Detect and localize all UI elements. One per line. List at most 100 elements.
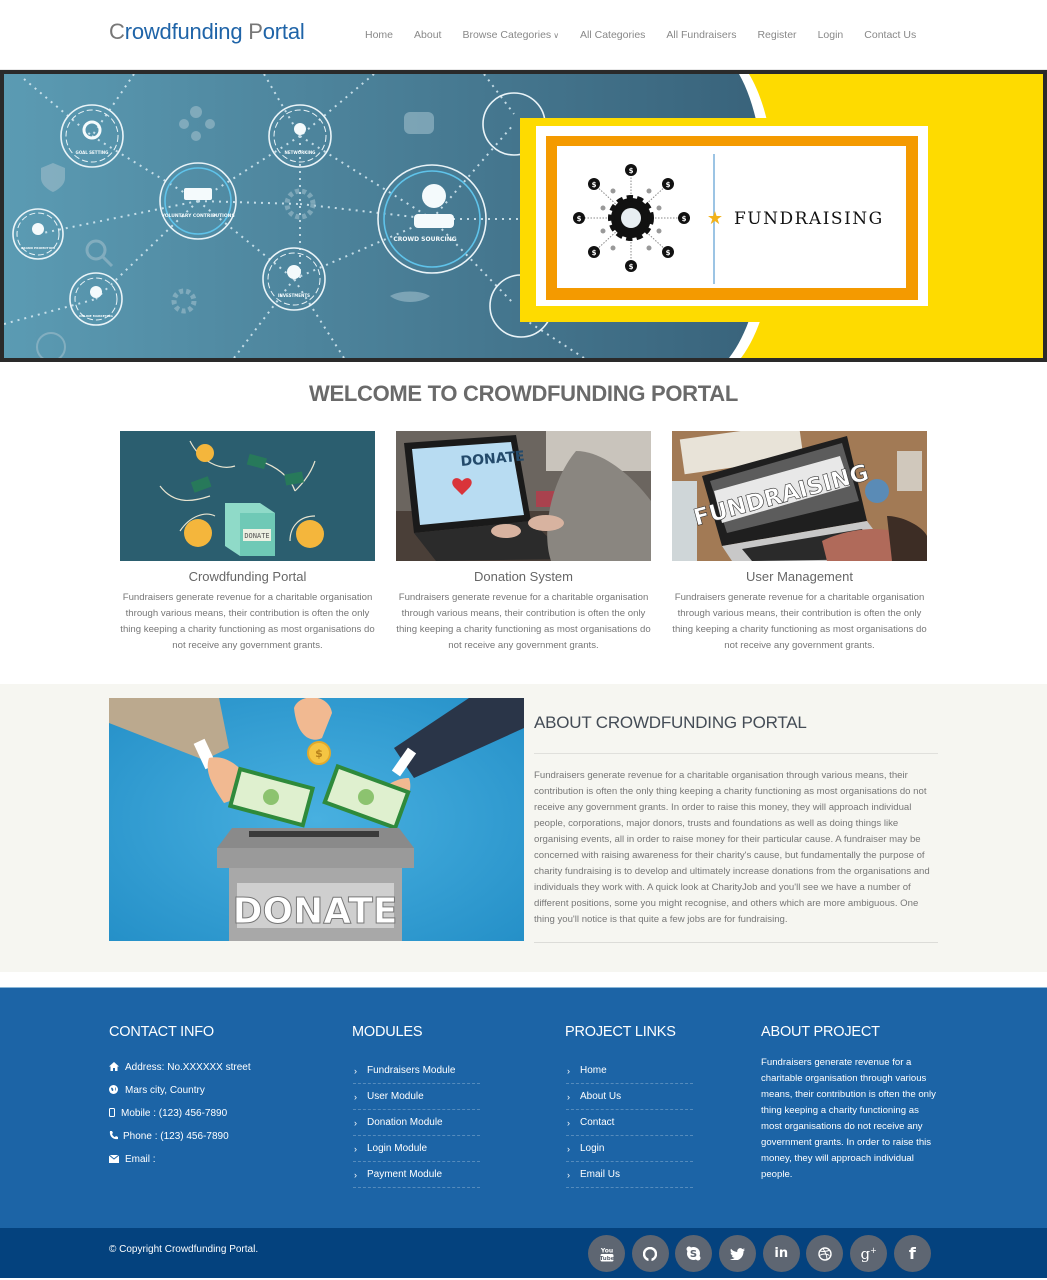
module-link-label: User Module [367,1091,424,1102]
node-label: NETWORKING [285,150,316,155]
site-footer: CONTACT INFO Address: No.XXXXXX street M… [0,987,1047,1228]
globe-icon [109,1085,125,1096]
mobile-icon [109,1108,121,1119]
nav-browse-categories-label: Browse Categories [462,29,552,41]
nav-contact-us[interactable]: Contact Us [864,29,916,41]
chevron-right-icon: › [567,1169,570,1180]
project-link-label: About Us [580,1091,622,1102]
social-links: You Tube S in g+ f [588,1235,938,1272]
chevron-right-icon: › [354,1169,357,1180]
twitter-link[interactable] [719,1235,757,1272]
project-link-about-us[interactable]: › About Us [566,1084,693,1110]
nav-browse-categories[interactable]: Browse Categories ∨ [462,29,559,41]
contact-phone: Phone : (123) 456-7890 [123,1131,229,1142]
about-title: ABOUT CROWDFUNDING PORTAL [534,713,807,732]
dribbble-link[interactable] [806,1235,844,1272]
project-link-home[interactable]: › Home [566,1058,693,1084]
about-image-label: DONATE [233,891,398,932]
project-link-label: Home [580,1065,607,1076]
module-link-login[interactable]: › Login Module [353,1136,480,1162]
module-link-payment[interactable]: › Payment Module [353,1162,480,1188]
feature-card: FUNDRAISING User Management Fundraisers … [672,431,927,654]
nav-register[interactable]: Register [757,29,796,41]
project-link-label: Email Us [580,1169,621,1180]
dribbble-icon [818,1246,832,1261]
module-link-user[interactable]: › User Module [353,1084,480,1110]
svg-text:$: $ [629,263,634,271]
nav-home[interactable]: Home [365,29,393,41]
nav-all-fundraisers[interactable]: All Fundraisers [666,29,736,41]
nav-about[interactable]: About [414,29,441,41]
feature-image-label: DONATE [244,532,269,540]
project-link-label: Contact [580,1117,615,1128]
project-link-email-us[interactable]: › Email Us [566,1162,693,1188]
github-link[interactable] [631,1235,669,1272]
contact-email: Email : [125,1154,156,1165]
site-header: Crowdfunding Portal Home About Browse Ca… [0,0,1047,70]
project-links-list: › Home › About Us › Contact › Login › Email U… [566,1058,693,1188]
skype-link[interactable]: S [675,1235,713,1272]
chevron-down-icon: ∨ [553,30,560,40]
contact-item: Address: No.XXXXXX street [109,1056,251,1079]
contact-item: Email : [108,1148,251,1171]
node-label: BRAND PROMOTION [21,246,55,250]
project-link-contact[interactable]: › Contact [566,1110,693,1136]
nav-login[interactable]: Login [818,29,844,41]
chevron-right-icon: › [354,1091,357,1102]
node-label: GOAL SETTING [76,150,109,155]
svg-text:$: $ [592,181,597,189]
project-link-label: Login [580,1143,605,1154]
footer-bottom-bar: © Copyright Crowdfunding Portal. You Tube… [0,1228,1047,1278]
contact-item: Phone : (123) 456-7890 [109,1125,251,1148]
module-link-donation[interactable]: › Donation Module [353,1110,480,1136]
about-image: $ DONATE [109,698,524,941]
site-logo[interactable]: Crowdfunding Portal [109,19,305,45]
feature-image: FUNDRAISING [672,431,927,561]
modules-heading: MODULES [352,1024,423,1040]
facebook-link[interactable]: f [893,1235,931,1272]
svg-text:You: You [600,1247,613,1254]
module-link-fundraisers[interactable]: › Fundraisers Module [353,1058,480,1084]
chevron-right-icon: › [354,1143,357,1154]
contact-city: Mars city, Country [125,1085,205,1096]
contact-mobile: Mobile : (123) 456-7890 [121,1108,228,1119]
chevron-right-icon: › [354,1065,357,1076]
project-link-login[interactable]: › Login [566,1136,693,1162]
contact-info-heading: CONTACT INFO [109,1024,215,1040]
node-label: VOLUNTARY CONTRIBUTIONS [161,213,234,219]
hero-banner-image: GOAL SETTING NETWORKING VOLUNTARY CONTRI… [4,74,1043,358]
chevron-right-icon: › [567,1091,570,1102]
module-link-label: Donation Module [367,1117,443,1128]
chevron-right-icon: › [567,1065,570,1076]
google-plus-link[interactable]: g+ [850,1235,888,1272]
logo-text-portal: ortal [262,19,305,44]
github-icon [643,1246,658,1261]
svg-text:$: $ [666,181,671,189]
feature-image: DONATE [396,431,651,561]
youtube-link[interactable]: You Tube [588,1235,625,1272]
modules-list: › Fundraisers Module › User Module › Donati… [353,1058,480,1188]
about-project-text: Fundraisers generate revenue for a chari… [761,1057,936,1180]
module-link-label: Login Module [367,1143,428,1154]
contact-item: Mars city, Country [109,1079,251,1102]
hero-banner: GOAL SETTING NETWORKING VOLUNTARY CONTRI… [0,70,1047,362]
about-project-heading: ABOUT PROJECT [761,1024,880,1040]
divider [534,753,938,754]
google-plus-icon: g+ [860,1244,877,1263]
chevron-right-icon: › [567,1117,570,1128]
svg-text:$: $ [629,167,634,175]
about-text: Fundraisers generate revenue for a chari… [534,770,930,925]
youtube-icon: You Tube [600,1246,614,1262]
home-icon [109,1062,125,1073]
feature-card: DONATE Donation System Fundraisers gener… [396,431,651,654]
svg-text:$: $ [666,249,671,257]
linkedin-link[interactable]: in [762,1235,800,1272]
project-links-heading: PROJECT LINKS [565,1024,676,1040]
feature-text: Fundraisers generate revenue for a chari… [120,592,375,651]
feature-image: DONATE [120,431,375,561]
divider [534,942,938,943]
module-link-label: Payment Module [367,1169,443,1180]
logo-text-crowdfunding: rowdfunding [124,19,249,44]
nav-all-categories[interactable]: All Categories [580,29,645,41]
svg-text:$: $ [592,249,597,257]
